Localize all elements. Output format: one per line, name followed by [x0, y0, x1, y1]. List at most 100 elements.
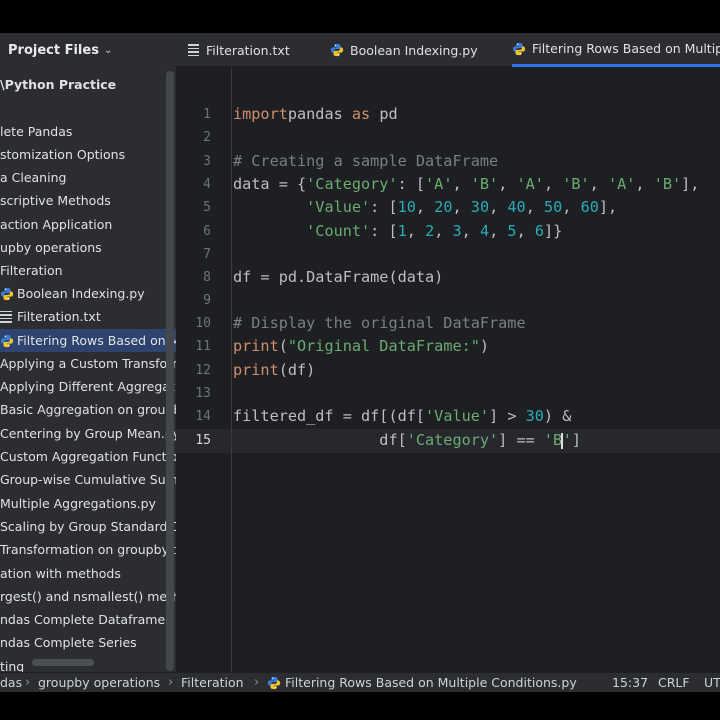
code-token: pd	[370, 105, 398, 123]
line-number: 15	[195, 433, 211, 448]
chevron-down-icon[interactable]: ⌄	[104, 45, 112, 56]
code-editor[interactable]: 1 importpandas as pd 2 3 # Creating a sample…	[176, 67, 720, 675]
tree-item[interactable]: ndas Complete Dataframe	[0, 608, 176, 631]
code-token: ,	[635, 175, 654, 193]
tree-item[interactable]: Filteration.txt	[0, 305, 176, 328]
code-token: 10	[397, 198, 416, 216]
sidebar-vertical-scrollbar[interactable]	[166, 71, 174, 671]
editor-tab[interactable]: Boolean Indexing.py	[330, 33, 478, 67]
tree-item[interactable]: rgest() and nsmallest() methods	[0, 585, 176, 608]
code-token: 'B'	[470, 175, 499, 193]
tree-item[interactable]: \Python Practice	[0, 73, 176, 96]
editor-tab-bar: Filteration.txt Boolean Indexing.py Filter…	[176, 33, 720, 67]
code-line[interactable]: importpandas as pd	[233, 105, 398, 123]
code-token: ,	[415, 198, 435, 216]
code-token: ,	[589, 175, 608, 193]
code-line[interactable]: 'Count': [1, 2, 3, 4, 5, 6]}	[233, 222, 562, 240]
line-number: 1	[203, 107, 211, 122]
code-token: # Display the original DataFrame	[233, 314, 526, 332]
tree-item-label: Scaling by Group Standard Deviation.py	[0, 519, 176, 534]
tree-item[interactable]: upby operations	[0, 236, 176, 259]
code-token: : [	[370, 222, 398, 240]
code-token: 'Category'	[306, 175, 398, 193]
tree-item-label: rgest() and nsmallest() methods	[0, 589, 176, 604]
editor-tab[interactable]: Filtering Rows Based on Multiple Conditi…	[512, 33, 720, 67]
tree-item[interactable]: Applying a Custom Transformation.py	[0, 352, 176, 375]
tree-item-label: ndas Complete Dataframe	[0, 612, 166, 627]
tree-item-label: Filteration.txt	[17, 309, 101, 324]
breadcrumb-item[interactable]: groupby operations	[38, 675, 160, 690]
tree-item[interactable]: Filtering Rows Based on Multiple Conditi…	[0, 329, 176, 352]
tree-item[interactable]: scriptive Methods	[0, 189, 176, 212]
tree-item[interactable]: Basic Aggregation on groupby.py	[0, 398, 176, 421]
tree-item-label: Custom Aggregation Functions.py	[0, 449, 176, 464]
tree-item-label: scriptive Methods	[0, 193, 111, 208]
tree-item-label: Applying a Custom Transformation.py	[0, 356, 176, 371]
tree-item[interactable]: lete Pandas	[0, 120, 176, 143]
sidebar-horizontal-scrollbar[interactable]	[32, 659, 94, 666]
code-line[interactable]: # Display the original DataFrame	[233, 314, 526, 332]
code-token: ) &	[543, 407, 572, 425]
tree-item-label: ndas Complete Series	[0, 635, 137, 650]
line-number: 12	[195, 363, 211, 378]
tree-item-label: Multiple Aggregations.py	[0, 496, 156, 511]
cursor-position[interactable]: 15:37	[612, 675, 648, 690]
file-encoding[interactable]: UT	[704, 675, 720, 690]
tree-item[interactable]: Custom Aggregation Functions.py	[0, 445, 176, 468]
code-token: ,	[452, 198, 471, 216]
code-token: 6	[534, 222, 545, 240]
code-token: : [	[397, 175, 426, 193]
breadcrumb-item[interactable]: Filtering Rows Based on Multiple Conditi…	[267, 675, 577, 690]
tree-item[interactable]: stomization Options	[0, 143, 176, 166]
python-file-icon	[512, 42, 526, 56]
code-line[interactable]: df['Category'] == 'B']	[233, 431, 581, 449]
code-line[interactable]: print("Original DataFrame:")	[233, 337, 489, 355]
code-token: 'A'	[607, 175, 636, 193]
tree-item[interactable]: ation with methods	[0, 562, 176, 585]
python-file-icon	[330, 43, 344, 57]
tree-item[interactable]: Filteration	[0, 259, 176, 282]
tree-item[interactable]: Scaling by Group Standard Deviation.py	[0, 515, 176, 538]
code-token: 'Count'	[306, 222, 371, 240]
line-ending[interactable]: CRLF	[658, 675, 690, 690]
tree-item[interactable]: a Cleaning	[0, 166, 176, 189]
code-token: ,	[525, 198, 544, 216]
tree-item-label: upby operations	[0, 240, 102, 255]
code-token: 1	[397, 222, 407, 240]
line-number: 9	[203, 293, 211, 308]
code-token: '	[562, 431, 572, 449]
tree-item[interactable]: Boolean Indexing.py	[0, 282, 176, 305]
code-line[interactable]: print(df)	[233, 361, 315, 379]
code-token: ,	[489, 222, 508, 240]
project-files-header[interactable]: Project Files ⌄	[0, 33, 176, 67]
code-line[interactable]: df = pd.DataFrame(data)	[233, 268, 443, 286]
tree-item[interactable]: Transformation on groupby.txt	[0, 538, 176, 561]
breadcrumb-item[interactable]: Filteration	[181, 675, 244, 690]
tree-item[interactable]: Applying Different Aggregations.py	[0, 375, 176, 398]
code-token: 'B'	[653, 175, 682, 193]
code-line[interactable]: data = {'Category': ['A', 'B', 'A', 'B',…	[233, 175, 699, 193]
code-line[interactable]: filtered_df = df[(df['Value'] > 30) &	[233, 407, 571, 425]
code-line[interactable]: # Creating a sample DataFrame	[233, 152, 498, 170]
code-token: 'A'	[425, 175, 453, 193]
tree-item[interactable]: Multiple Aggregations.py	[0, 492, 176, 515]
breadcrumb-item[interactable]: das	[0, 675, 22, 690]
code-token: 'Value'	[425, 407, 490, 425]
code-token: 50	[543, 198, 563, 216]
editor-tab[interactable]: Filteration.txt	[188, 33, 290, 67]
code-line[interactable]: 'Value': [10, 20, 30, 40, 50, 60],	[233, 198, 617, 216]
tree-item[interactable]: Centering by Group Mean.py	[0, 422, 176, 445]
text-file-icon	[0, 310, 12, 324]
tree-item-label: Transformation on groupby.txt	[0, 542, 176, 557]
code-token: : [	[370, 198, 398, 216]
code-token: ],	[681, 175, 700, 193]
code-token: ]}	[544, 222, 563, 240]
breadcrumb-separator-icon: ›	[254, 675, 260, 690]
tree-item[interactable]: action Application	[0, 213, 176, 236]
python-file-icon	[0, 334, 14, 348]
code-token: import	[233, 105, 288, 123]
tree-item[interactable]: Group-wise Cumulative Sum.py	[0, 468, 176, 491]
tree-item[interactable]: ndas Complete Series	[0, 631, 176, 654]
